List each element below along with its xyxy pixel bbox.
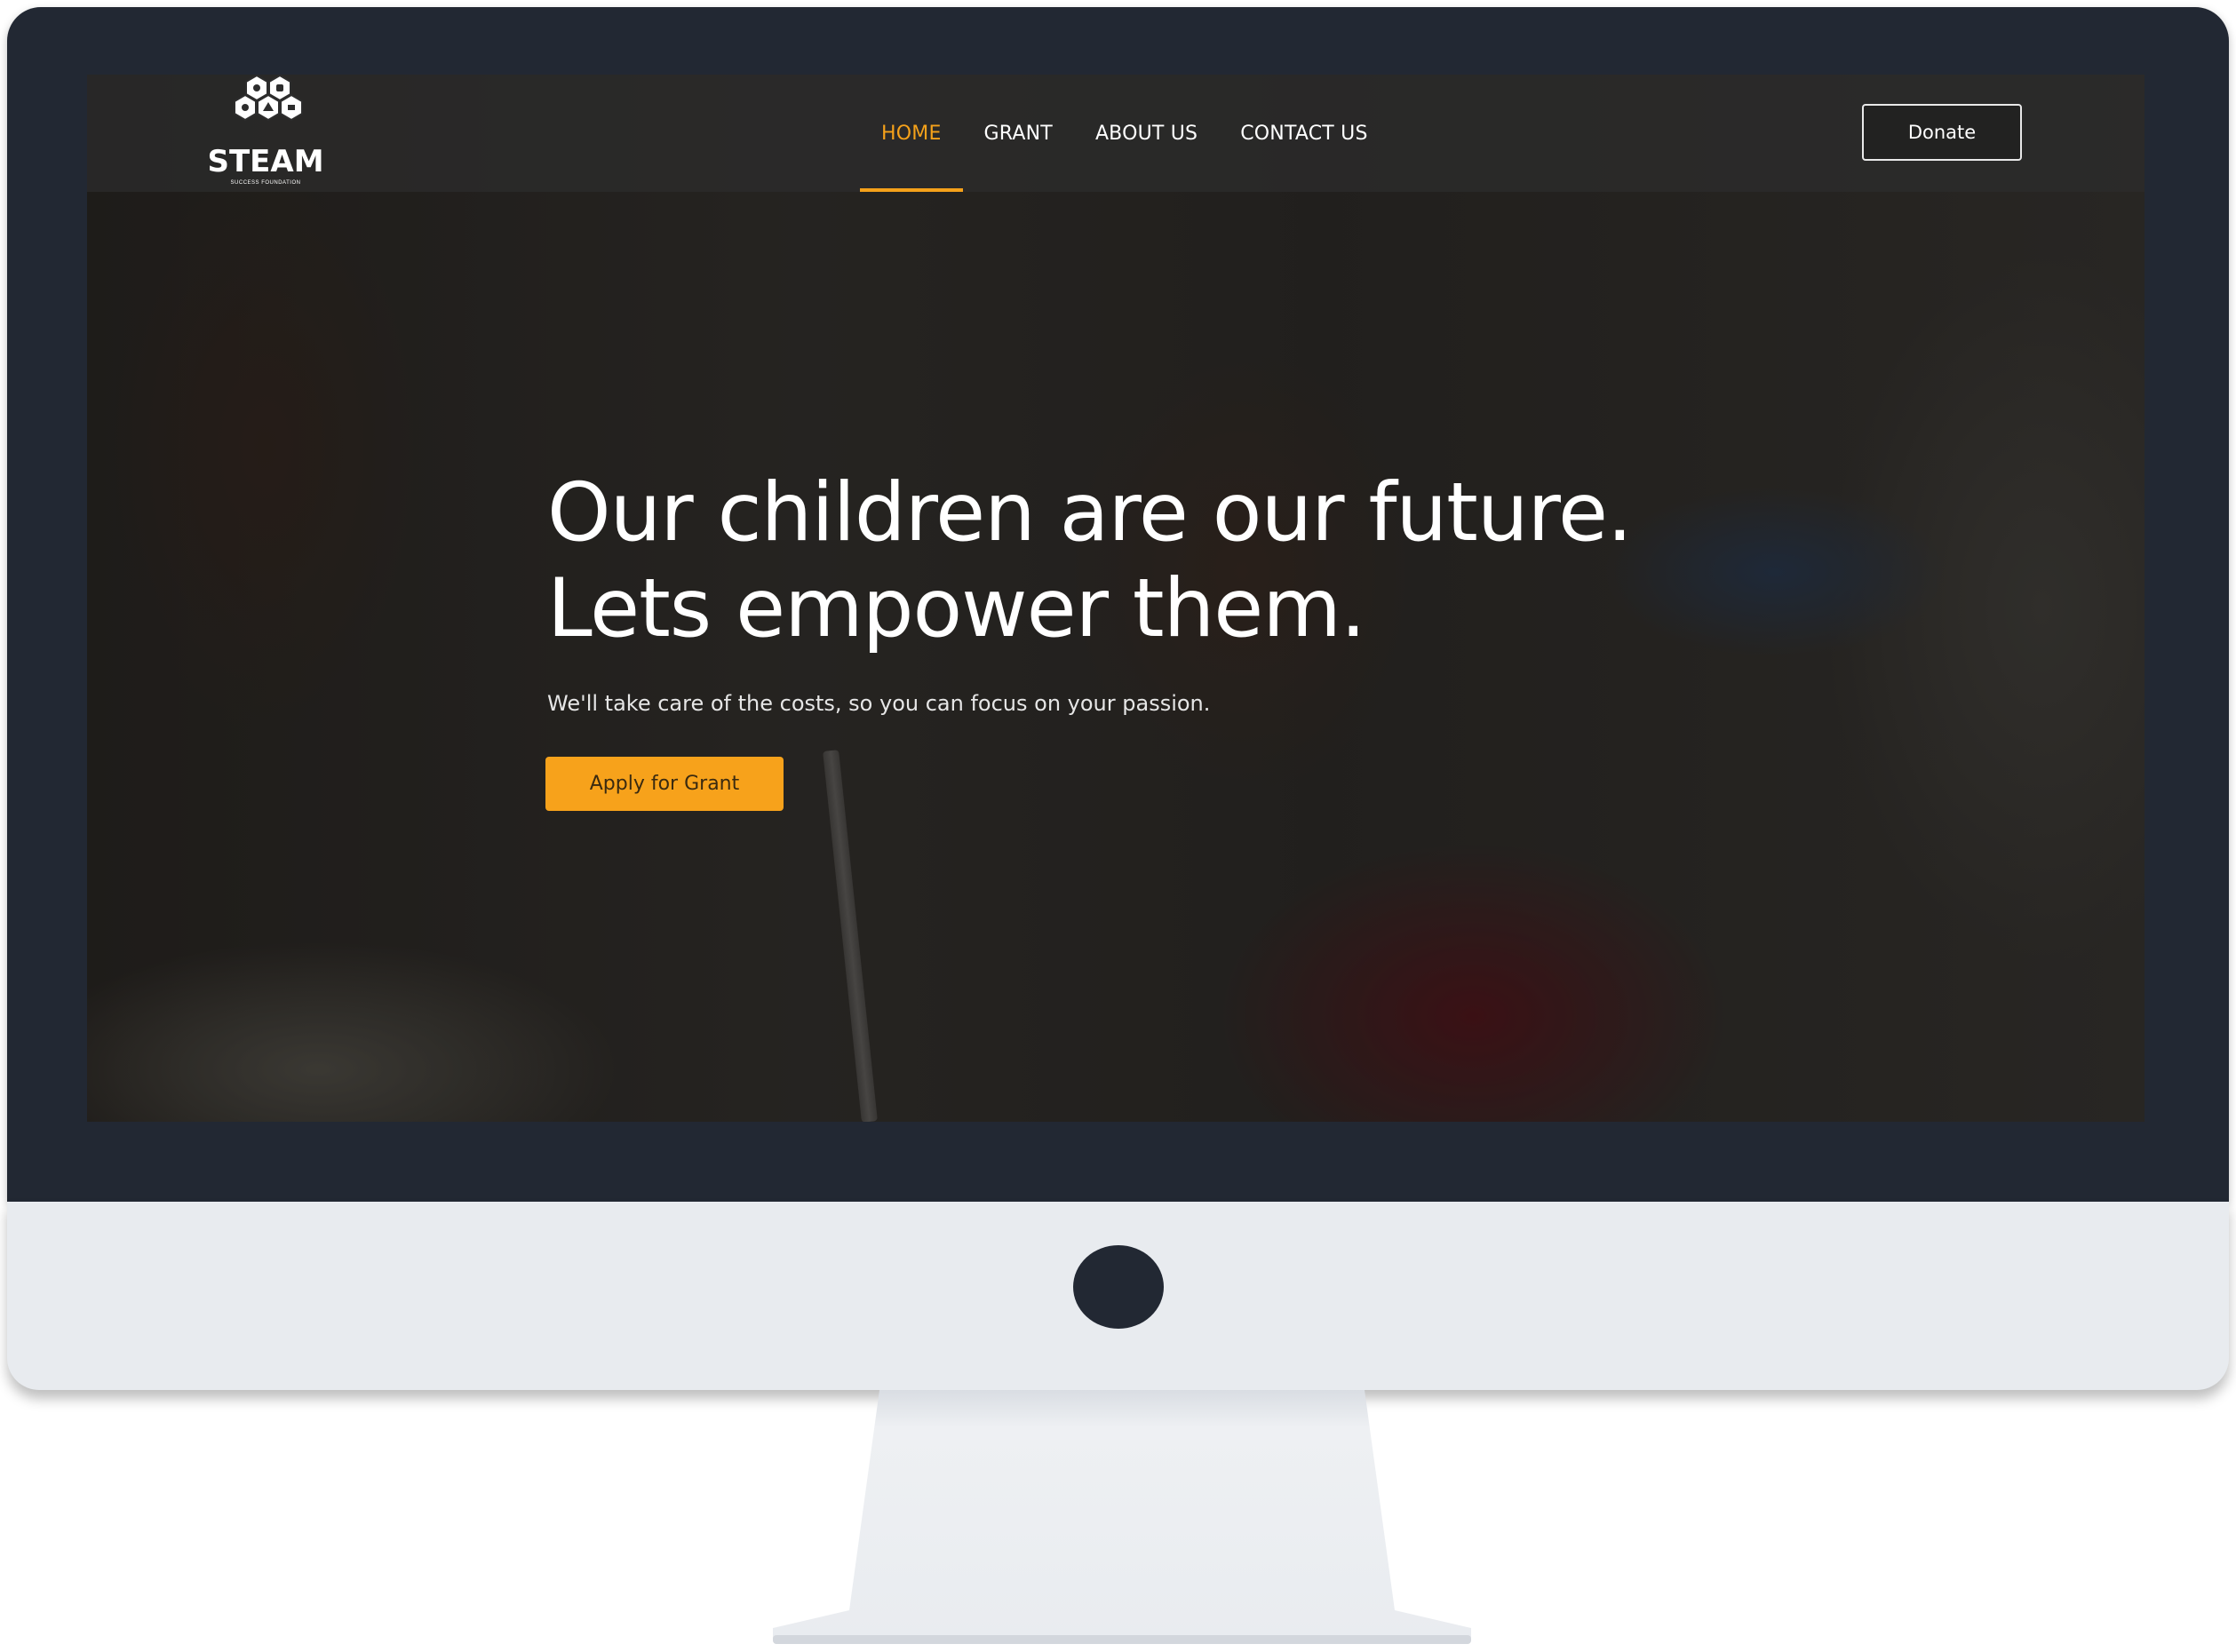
- apply-for-grant-button[interactable]: Apply for Grant: [545, 757, 784, 811]
- steam-logo[interactable]: STEAM SUCCESS FOUNDATION: [198, 75, 340, 192]
- nav-about-us[interactable]: ABOUT US: [1074, 75, 1219, 192]
- monitor-mockup: STEAM SUCCESS FOUNDATION HOME GRANT ABOU…: [0, 0, 2236, 1652]
- top-navigation-bar: STEAM SUCCESS FOUNDATION HOME GRANT ABOU…: [87, 75, 2144, 192]
- website-screen: STEAM SUCCESS FOUNDATION HOME GRANT ABOU…: [87, 75, 2144, 1122]
- logo-wordmark: STEAM: [207, 144, 324, 179]
- monitor-logo-dot: [1073, 1245, 1164, 1329]
- main-nav: HOME GRANT ABOUT US CONTACT US: [860, 75, 1389, 192]
- nav-contact-us[interactable]: CONTACT US: [1219, 75, 1389, 192]
- nav-home[interactable]: HOME: [860, 75, 963, 192]
- hexagon-cluster-icon: [234, 75, 303, 122]
- logo-subtext: SUCCESS FOUNDATION: [230, 180, 301, 186]
- donate-button[interactable]: Donate: [1862, 104, 2022, 161]
- monitor-stand: [773, 1390, 1471, 1644]
- hero-title-line-2: Lets empower them.: [547, 562, 1366, 655]
- nav-grant[interactable]: GRANT: [963, 75, 1074, 192]
- hero-subtitle: We'll take care of the costs, so you can…: [547, 691, 1211, 716]
- hero-title-line-1: Our children are our future.: [547, 466, 1633, 560]
- hero-title: Our children are our future. Lets empowe…: [547, 465, 1880, 657]
